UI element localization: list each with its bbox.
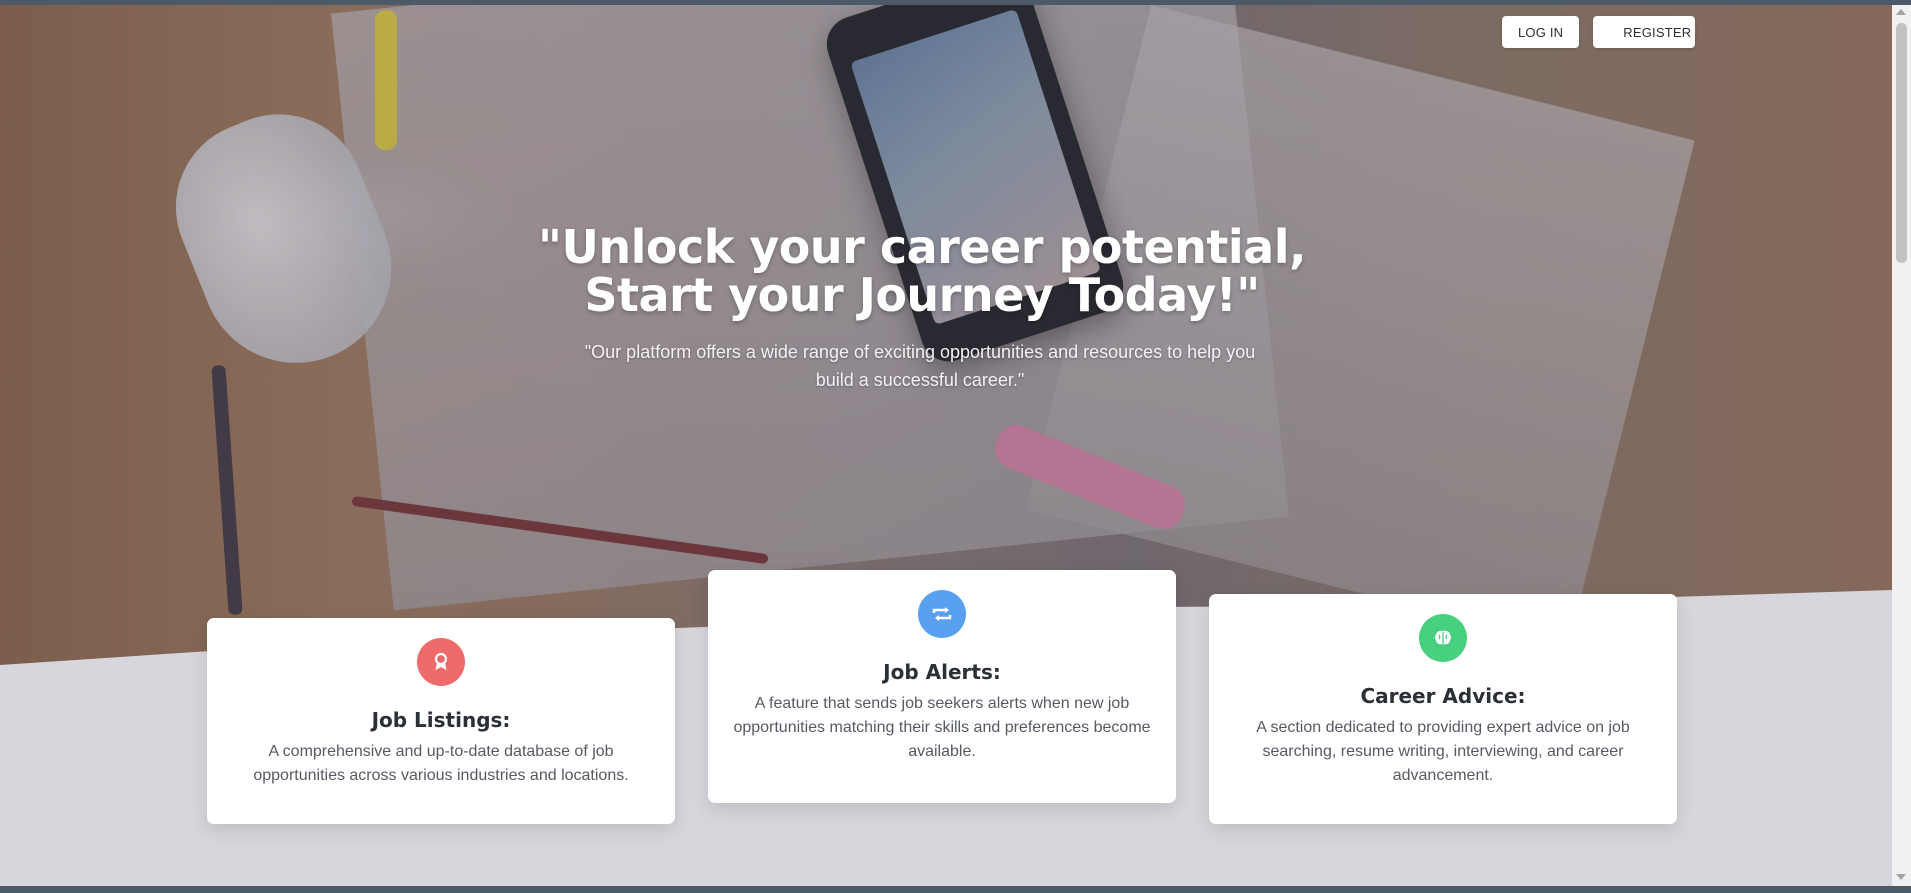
- scroll-down-arrow-icon[interactable]: [1896, 874, 1906, 880]
- login-button[interactable]: LOG IN: [1502, 16, 1580, 48]
- brain-icon-glyph: [1434, 630, 1452, 645]
- feature-description-career-advice: A section dedicated to providing expert …: [1256, 719, 1630, 784]
- page-viewport: LOG IN REGISTER "Unlock your career pote…: [0, 5, 1892, 886]
- feature-title-career-advice: Career Advice:: [1360, 684, 1526, 708]
- hero-headline: "Unlock your career potential, Start you…: [0, 223, 1844, 319]
- feature-card-job-alerts: Job Alerts: A feature that sends job see…: [708, 570, 1176, 803]
- repeat-icon-glyph: [932, 607, 952, 621]
- window-bottom-border: [0, 886, 1911, 893]
- hero-headline-line-2: Start your Journey Today!": [584, 268, 1260, 322]
- feature-title-job-alerts: Job Alerts:: [883, 660, 1001, 684]
- vertical-scrollbar[interactable]: [1892, 5, 1911, 886]
- award-icon: [417, 638, 465, 686]
- hero-subtitle: "Our platform offers a wide range of exc…: [584, 342, 1256, 390]
- auth-nav: LOG IN REGISTER: [1502, 16, 1696, 48]
- feature-card-job-listings: Job Listings: A comprehensive and up-to-…: [207, 618, 675, 824]
- award-icon-glyph: [434, 652, 448, 670]
- hero-headline-line-1: "Unlock your career potential,: [538, 220, 1306, 274]
- feature-card-career-advice: Career Advice: A section dedicated to pr…: [1209, 594, 1677, 824]
- scroll-up-arrow-icon[interactable]: [1896, 9, 1906, 15]
- repeat-icon: [918, 590, 966, 638]
- register-button[interactable]: REGISTER: [1593, 16, 1696, 48]
- scrollbar-thumb[interactable]: [1896, 23, 1907, 263]
- feature-title-job-listings: Job Listings:: [371, 708, 511, 732]
- brain-icon: [1419, 614, 1467, 662]
- feature-description-job-listings: A comprehensive and up-to-date database …: [253, 743, 629, 784]
- feature-description-job-alerts: A feature that sends job seekers alerts …: [733, 695, 1151, 760]
